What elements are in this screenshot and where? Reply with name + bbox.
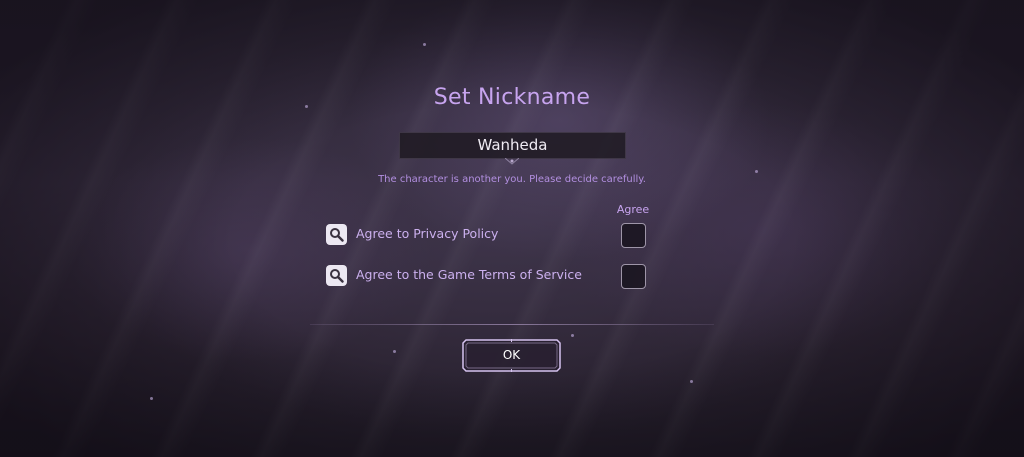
magnifier-icon[interactable]	[326, 224, 347, 245]
agree-column-header: Agree	[616, 203, 650, 216]
nickname-input[interactable]: Wanheda	[399, 132, 626, 159]
sparkle	[690, 380, 693, 383]
nickname-notch-ornament	[505, 158, 519, 165]
privacy-policy-label[interactable]: Agree to Privacy Policy	[356, 226, 498, 241]
background-vignette	[0, 0, 1024, 457]
sparkle	[571, 334, 574, 337]
sparkle	[393, 350, 396, 353]
ok-button-label: OK	[502, 348, 521, 362]
sparkle	[755, 170, 758, 173]
sparkle	[423, 43, 426, 46]
terms-of-service-label[interactable]: Agree to the Game Terms of Service	[356, 267, 582, 282]
magnifier-icon[interactable]	[326, 265, 347, 286]
ok-button[interactable]: OK	[462, 339, 561, 372]
nickname-hint: The character is another you. Please dec…	[378, 174, 646, 185]
sparkle	[150, 397, 153, 400]
background-light-streaks	[0, 0, 1024, 457]
dialog-divider	[310, 324, 714, 325]
dialog-title: Set Nickname	[433, 85, 591, 110]
privacy-policy-agree-checkbox[interactable]	[621, 223, 646, 248]
terms-of-service-agree-checkbox[interactable]	[621, 264, 646, 289]
